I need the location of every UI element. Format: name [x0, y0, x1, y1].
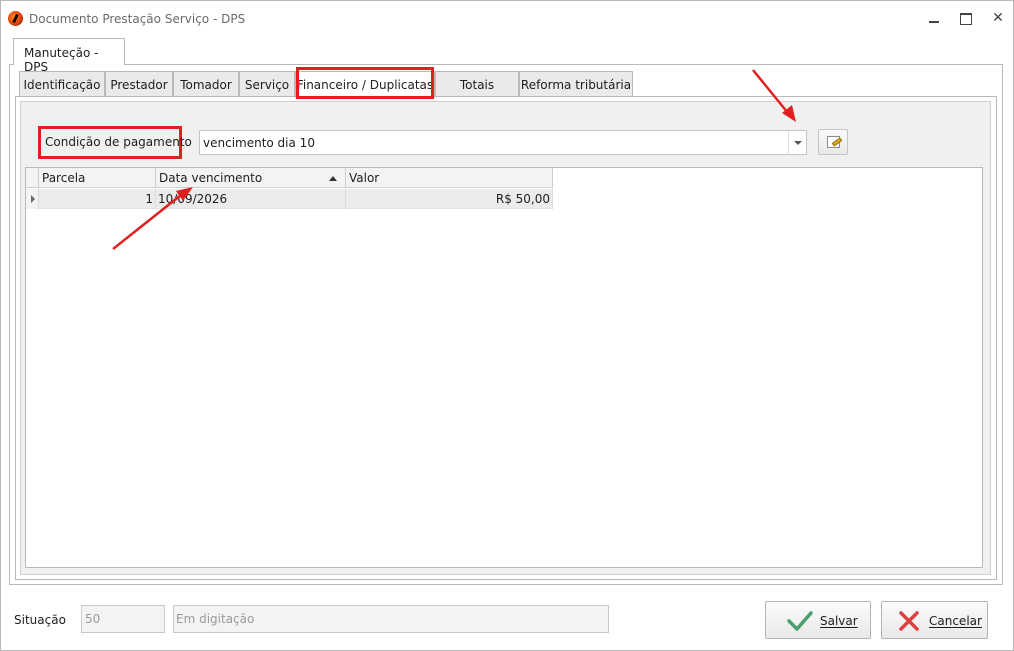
dropdown-arrow-icon[interactable] — [788, 131, 806, 154]
installments-grid[interactable]: Parcela Data vencimento Valor 1 10/09/20… — [25, 167, 983, 568]
column-header-valor[interactable]: Valor — [346, 168, 553, 188]
column-header-data-vencimento-label: Data vencimento — [159, 171, 263, 185]
cancel-button-label: Cancelar — [929, 614, 982, 628]
tab-tomador[interactable]: Tomador — [173, 71, 239, 97]
close-icon[interactable]: ✕ — [989, 10, 1007, 26]
save-button-label: Salvar — [820, 614, 858, 628]
tab-totais[interactable]: Totais — [435, 71, 519, 97]
tab-manutencao-dps[interactable]: Manuteção - DPS — [13, 38, 125, 74]
tab-servico[interactable]: Serviço — [239, 71, 295, 97]
title-bar: Documento Prestação Serviço - DPS ✕ — [1, 1, 1013, 35]
tab-prestador[interactable]: Prestador — [105, 71, 173, 97]
window-title: Documento Prestação Serviço - DPS — [29, 12, 246, 26]
app-logo-icon — [8, 11, 23, 26]
grid-header: Parcela Data vencimento Valor — [26, 168, 553, 188]
cancel-button[interactable]: Cancelar — [881, 601, 988, 639]
checkmark-icon — [787, 611, 813, 631]
tab-financeiro-duplicatas[interactable]: Financeiro / Duplicatas — [295, 71, 435, 98]
sort-ascending-icon — [329, 176, 337, 181]
cell-data-vencimento[interactable]: 10/09/2026 — [156, 189, 346, 209]
edit-payment-condition-button[interactable] — [818, 129, 848, 155]
status-code-field: 50 — [81, 605, 165, 633]
payment-condition-select[interactable]: vencimento dia 10 — [199, 130, 807, 155]
cell-valor[interactable]: R$ 50,00 — [346, 189, 553, 209]
tab-reforma-tributaria[interactable]: Reforma tributária — [519, 71, 633, 97]
minimize-icon[interactable] — [925, 10, 943, 26]
grid-corner — [26, 168, 39, 188]
tab-identificacao[interactable]: Identificação — [19, 71, 105, 97]
x-icon — [899, 611, 919, 631]
status-description-field: Em digitação — [173, 605, 609, 633]
column-header-parcela[interactable]: Parcela — [39, 168, 156, 188]
cell-parcela[interactable]: 1 — [39, 189, 156, 209]
maximize-icon[interactable] — [956, 10, 974, 26]
payment-condition-value: vencimento dia 10 — [203, 136, 315, 150]
column-header-data-vencimento[interactable]: Data vencimento — [156, 168, 346, 188]
table-row[interactable]: 1 10/09/2026 R$ 50,00 — [26, 189, 553, 209]
app-window: Documento Prestação Serviço - DPS ✕ Manu… — [0, 0, 1014, 651]
status-label: Situação — [14, 613, 66, 627]
save-button[interactable]: Salvar — [765, 601, 871, 639]
payment-condition-label: Condição de pagamento — [45, 135, 192, 149]
row-pointer-icon — [26, 189, 39, 209]
